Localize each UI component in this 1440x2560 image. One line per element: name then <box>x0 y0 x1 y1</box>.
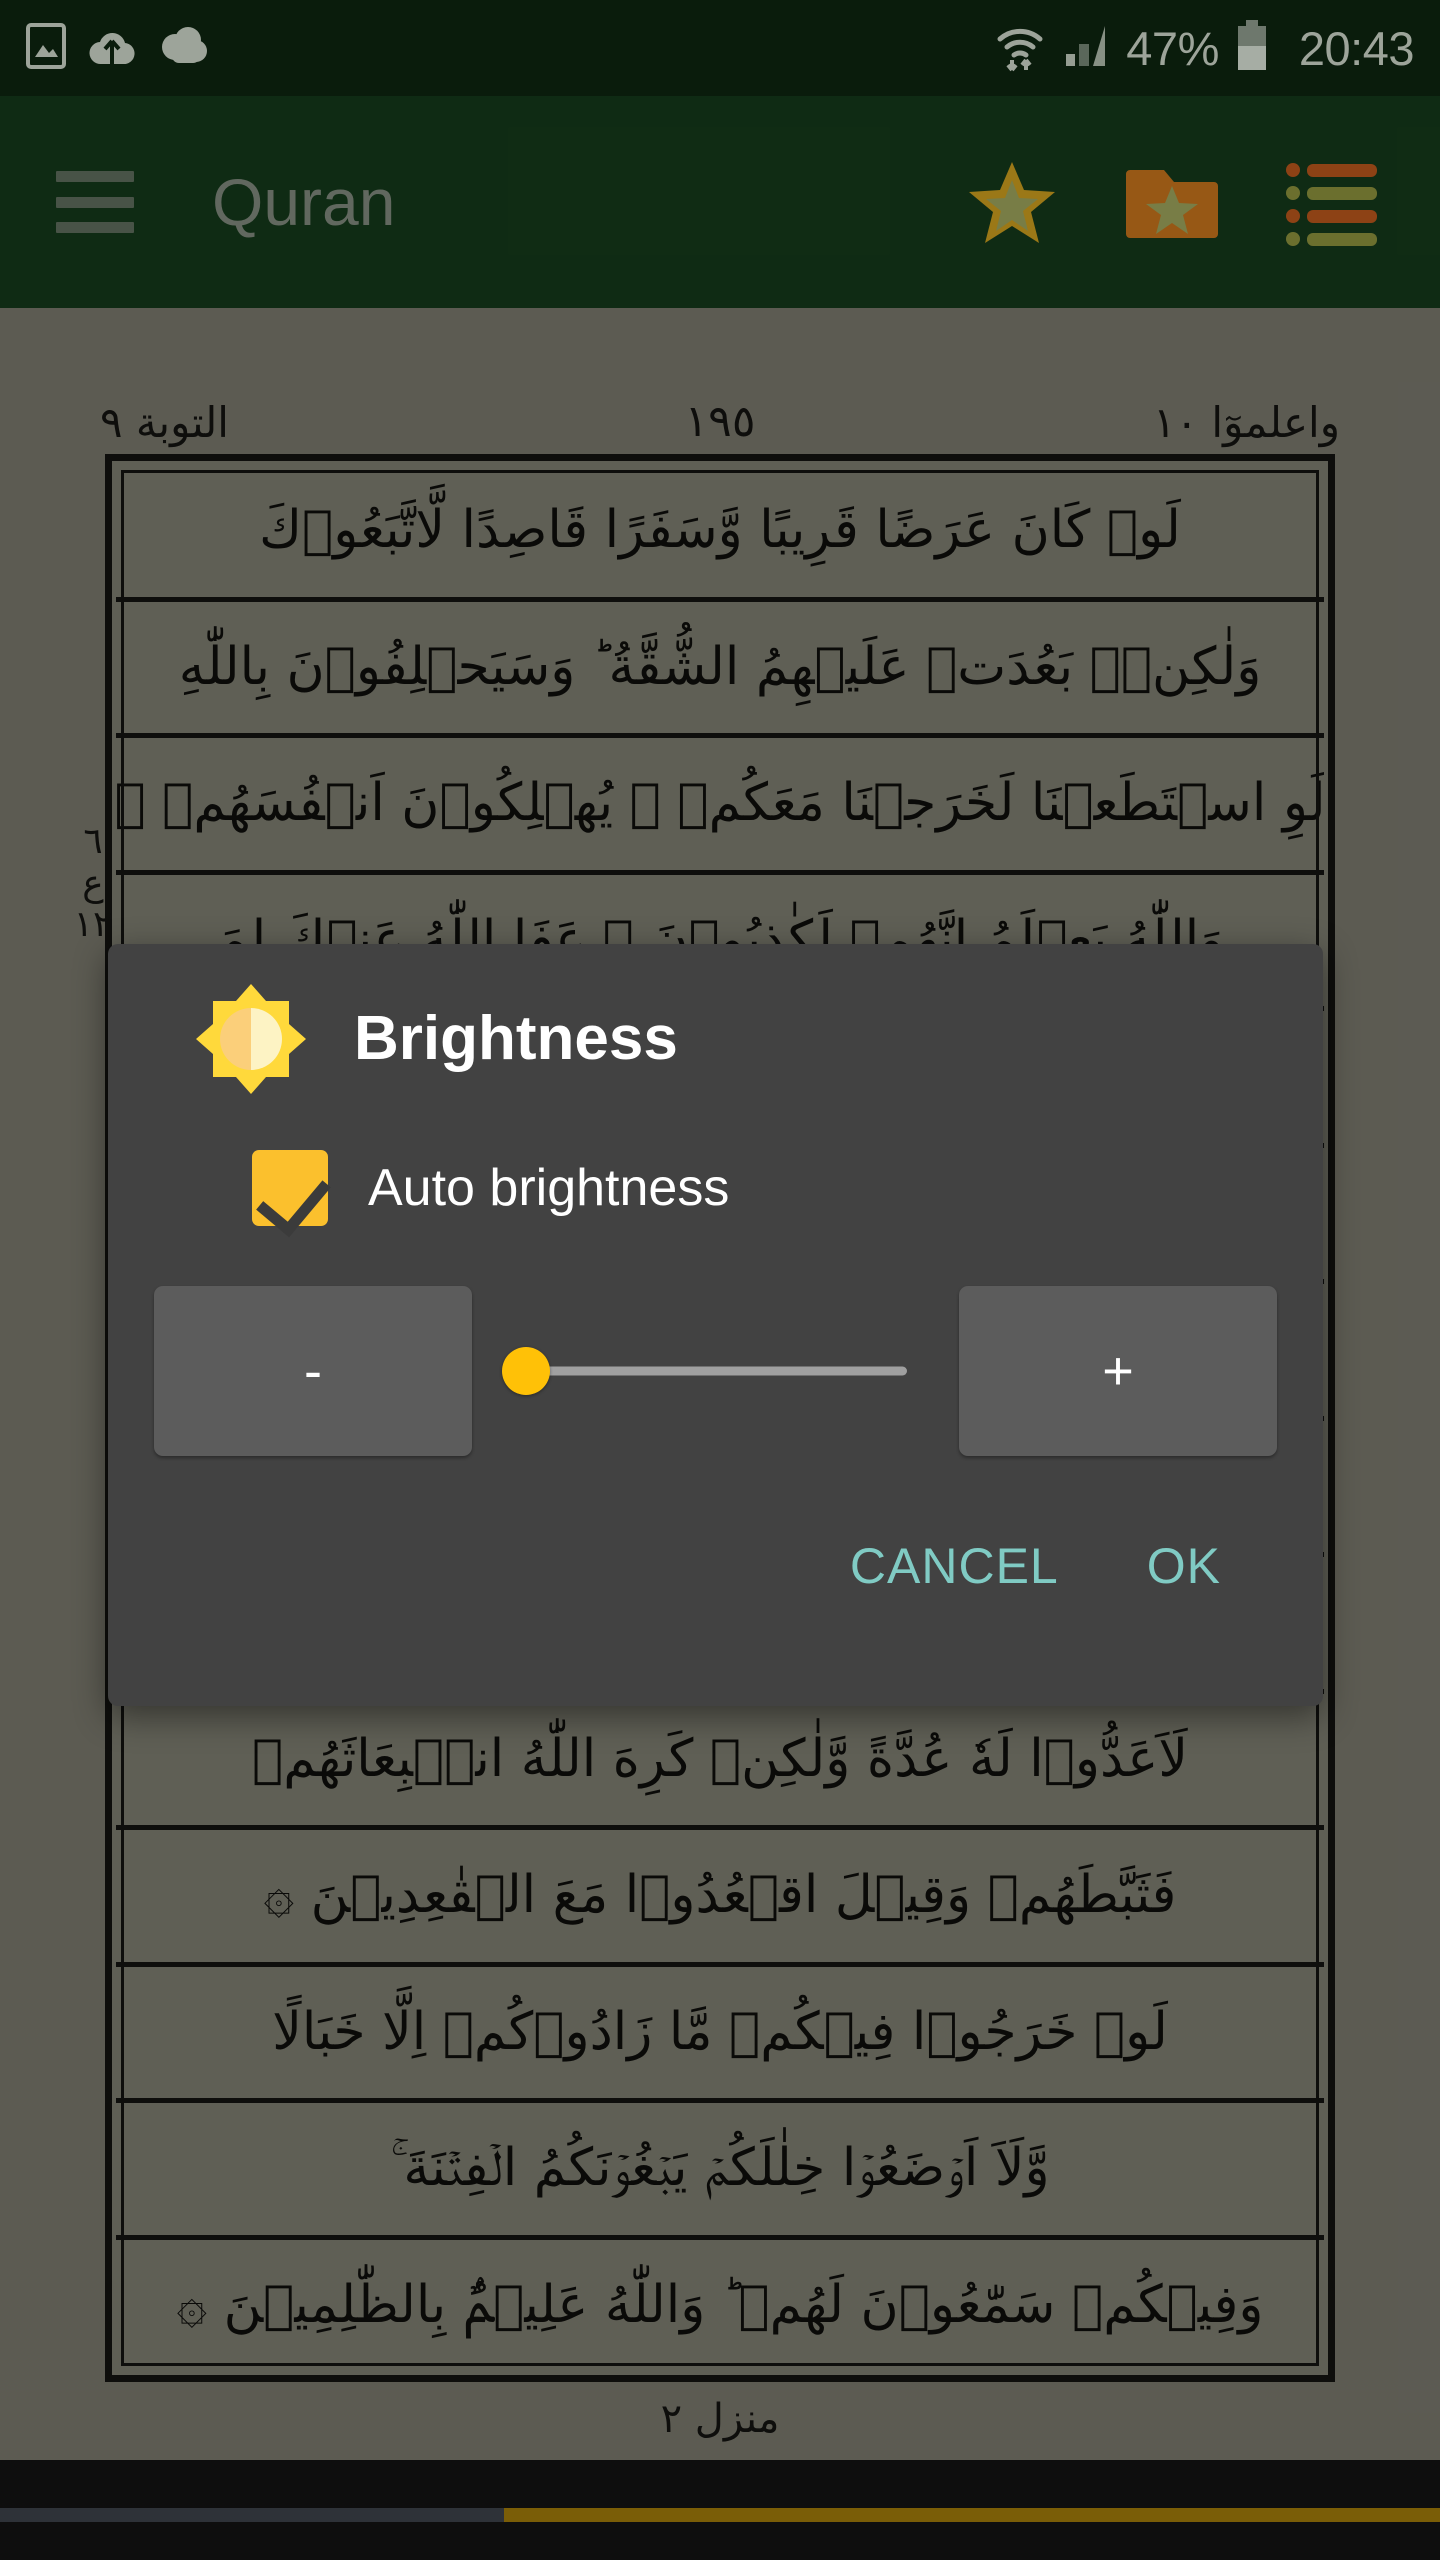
auto-brightness-row[interactable]: Auto brightness <box>154 1134 1277 1242</box>
decrease-brightness-button[interactable]: - <box>154 1286 472 1456</box>
auto-brightness-label: Auto brightness <box>368 1159 730 1217</box>
brightness-slider[interactable] <box>501 1286 913 1456</box>
brightness-dialog: Brightness Auto brightness - + CANCEL OK <box>108 944 1323 1706</box>
navigation-bar <box>0 2460 1440 2560</box>
dialog-actions: CANCEL OK <box>154 1476 1277 1656</box>
cancel-button[interactable]: CANCEL <box>806 1517 1103 1615</box>
phone-screen: 47% 20:43 Quran واعلموٓا ١٠ ١٩٥ التوبة ٩… <box>0 0 1440 2560</box>
dialog-title: Brightness <box>354 1004 678 1073</box>
slider-thumb[interactable] <box>501 1347 550 1395</box>
sun-brightness-icon <box>194 982 308 1096</box>
dialog-header: Brightness <box>154 944 1277 1134</box>
slider-track <box>524 1366 907 1376</box>
seek-bar[interactable] <box>0 2508 1440 2522</box>
ok-button[interactable]: OK <box>1103 1517 1265 1615</box>
brightness-slider-row: - + <box>154 1266 1277 1476</box>
increase-brightness-button[interactable]: + <box>959 1286 1277 1456</box>
auto-brightness-checkbox[interactable] <box>252 1150 328 1226</box>
seek-bar-fill <box>504 2508 1440 2522</box>
